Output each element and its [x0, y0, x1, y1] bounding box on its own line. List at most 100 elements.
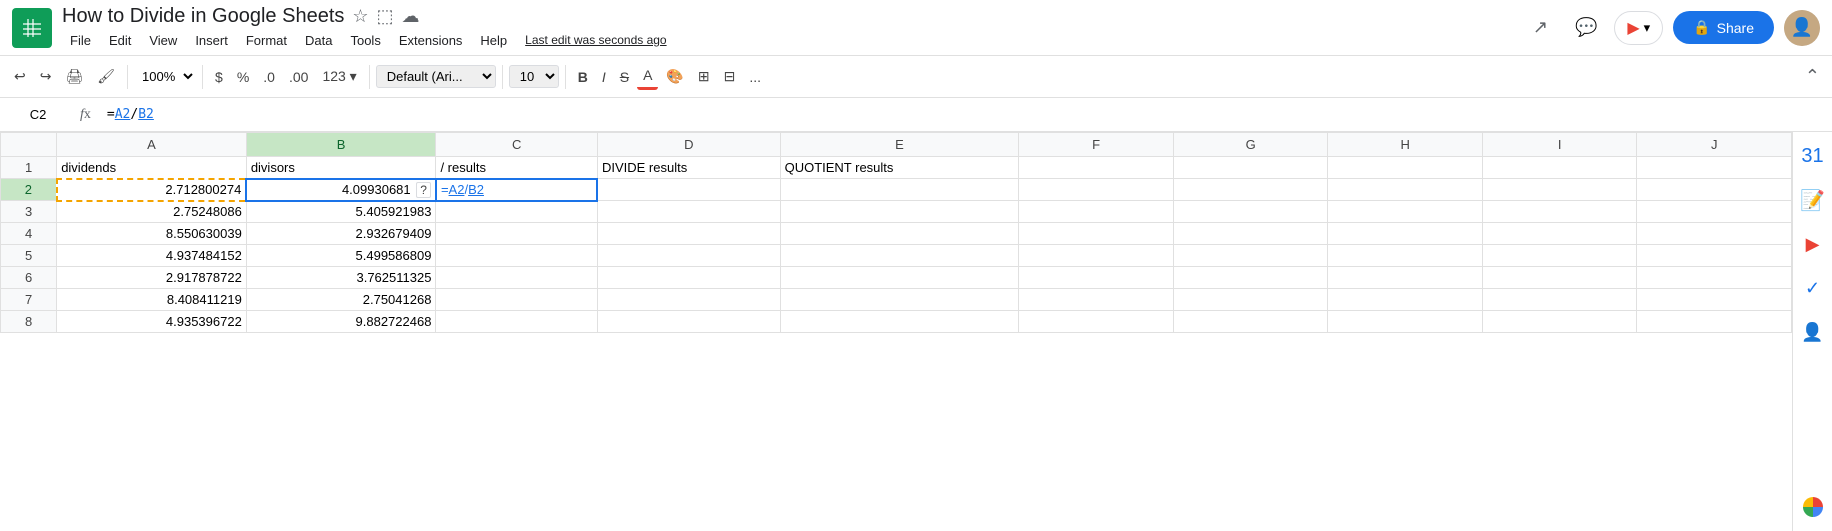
paint-format-button[interactable]: 🖌	[91, 64, 121, 89]
cell-b8[interactable]: 9.882722468	[246, 311, 436, 333]
cell-d1[interactable]: DIVIDE results	[597, 157, 780, 179]
zoom-select[interactable]: 100% 75% 50% 125% 150%	[134, 66, 196, 87]
currency-button[interactable]: $	[209, 65, 229, 89]
meet-button[interactable]: ▶ ▾	[1614, 11, 1663, 45]
cell-d6[interactable]	[597, 267, 780, 289]
cell-f5[interactable]	[1019, 245, 1174, 267]
decimal-increase-button[interactable]: .00	[283, 65, 314, 89]
cell-d4[interactable]	[597, 223, 780, 245]
cloud-icon[interactable]: ☁	[402, 6, 420, 27]
undo-button[interactable]: ↩	[8, 64, 32, 89]
cell-i7[interactable]	[1482, 289, 1637, 311]
print-button[interactable]: 🖨	[59, 64, 89, 89]
cell-h1[interactable]	[1328, 157, 1483, 179]
col-header-f[interactable]: F	[1019, 133, 1174, 157]
cell-f4[interactable]	[1019, 223, 1174, 245]
col-header-j[interactable]: J	[1637, 133, 1792, 157]
cell-f6[interactable]	[1019, 267, 1174, 289]
cell-e4[interactable]	[780, 223, 1019, 245]
cell-h8[interactable]	[1328, 311, 1483, 333]
trending-icon-btn[interactable]: ↗	[1522, 10, 1558, 46]
cell-g1[interactable]	[1173, 157, 1328, 179]
font-size-select[interactable]: 10 8 9 11 12 14	[509, 65, 559, 88]
cell-h4[interactable]	[1328, 223, 1483, 245]
cell-j3[interactable]	[1637, 201, 1792, 223]
cell-g3[interactable]	[1173, 201, 1328, 223]
menu-view[interactable]: View	[141, 30, 185, 51]
fill-color-button[interactable]: 🎨	[660, 64, 689, 89]
menu-tools[interactable]: Tools	[342, 30, 388, 51]
cell-i1[interactable]	[1482, 157, 1637, 179]
cell-a2[interactable]: 2.712800274	[57, 179, 247, 201]
menu-edit[interactable]: Edit	[101, 30, 139, 51]
cell-f1[interactable]	[1019, 157, 1174, 179]
col-header-b[interactable]: B	[246, 133, 436, 157]
cell-g2[interactable]	[1173, 179, 1328, 201]
minimize-chevron[interactable]: ⌃	[1801, 62, 1824, 91]
cell-f8[interactable]	[1019, 311, 1174, 333]
cell-h7[interactable]	[1328, 289, 1483, 311]
cell-c6[interactable]	[436, 267, 598, 289]
apps-sidebar-icon[interactable]	[1797, 491, 1829, 523]
font-family-select[interactable]: Default (Ari... Arial Times New Roman	[376, 65, 496, 88]
cell-e1[interactable]: QUOTIENT results	[780, 157, 1019, 179]
cell-a8[interactable]: 4.935396722	[57, 311, 247, 333]
calendar-sidebar-icon[interactable]: 31	[1797, 140, 1829, 172]
italic-button[interactable]: I	[596, 65, 612, 89]
cell-c5[interactable]	[436, 245, 598, 267]
cell-e6[interactable]	[780, 267, 1019, 289]
cell-f7[interactable]	[1019, 289, 1174, 311]
col-header-i[interactable]: I	[1482, 133, 1637, 157]
cell-j2[interactable]	[1637, 179, 1792, 201]
cell-g8[interactable]	[1173, 311, 1328, 333]
cell-e5[interactable]	[780, 245, 1019, 267]
col-header-d[interactable]: D	[597, 133, 780, 157]
cell-b3[interactable]: 5.405921983	[246, 201, 436, 223]
cell-a6[interactable]: 2.917878722	[57, 267, 247, 289]
cell-j4[interactable]	[1637, 223, 1792, 245]
cell-d8[interactable]	[597, 311, 780, 333]
more-toolbar-button[interactable]: ...	[743, 65, 767, 89]
cell-a1[interactable]: dividends	[57, 157, 247, 179]
cell-j7[interactable]	[1637, 289, 1792, 311]
cell-i6[interactable]	[1482, 267, 1637, 289]
cell-c8[interactable]	[436, 311, 598, 333]
cell-b1[interactable]: divisors	[246, 157, 436, 179]
contacts-sidebar-icon[interactable]: 👤	[1797, 316, 1829, 348]
redo-button[interactable]: ↪	[34, 64, 58, 89]
cell-i5[interactable]	[1482, 245, 1637, 267]
cell-c7[interactable]	[436, 289, 598, 311]
cell-e8[interactable]	[780, 311, 1019, 333]
notes-sidebar-icon[interactable]: 📝	[1797, 184, 1829, 216]
cell-g6[interactable]	[1173, 267, 1328, 289]
borders-button[interactable]: ⊞	[692, 64, 716, 89]
menu-help[interactable]: Help	[472, 30, 515, 51]
cell-i8[interactable]	[1482, 311, 1637, 333]
cell-i4[interactable]	[1482, 223, 1637, 245]
more-formats-button[interactable]: 123 ▾	[316, 64, 362, 89]
cell-d2[interactable]	[597, 179, 780, 201]
cell-j6[interactable]	[1637, 267, 1792, 289]
cell-a3[interactable]: 2.75248086	[57, 201, 247, 223]
cell-f2[interactable]	[1019, 179, 1174, 201]
cell-d7[interactable]	[597, 289, 780, 311]
sheet-wrap[interactable]: A B C D E F G H I J 1 dividends divisor	[0, 132, 1792, 531]
cell-b2[interactable]: 4.09930681 ?	[246, 179, 436, 201]
cell-d3[interactable]	[597, 201, 780, 223]
cell-j5[interactable]	[1637, 245, 1792, 267]
avatar[interactable]: 👤	[1784, 10, 1820, 46]
cell-g5[interactable]	[1173, 245, 1328, 267]
col-header-a[interactable]: A	[57, 133, 247, 157]
bold-button[interactable]: B	[572, 65, 594, 89]
col-header-c[interactable]: C	[436, 133, 598, 157]
col-header-h[interactable]: H	[1328, 133, 1483, 157]
cell-f3[interactable]	[1019, 201, 1174, 223]
col-header-g[interactable]: G	[1173, 133, 1328, 157]
cell-i3[interactable]	[1482, 201, 1637, 223]
menu-format[interactable]: Format	[238, 30, 295, 51]
percent-button[interactable]: %	[231, 65, 255, 89]
cell-b7[interactable]: 2.75041268	[246, 289, 436, 311]
cell-j1[interactable]	[1637, 157, 1792, 179]
cell-e2[interactable]	[780, 179, 1019, 201]
cell-d5[interactable]	[597, 245, 780, 267]
